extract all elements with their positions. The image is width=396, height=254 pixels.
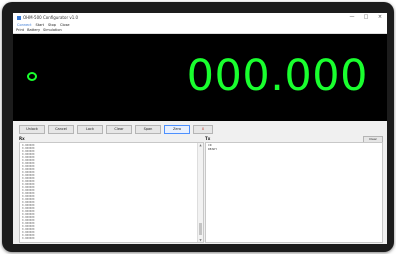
span-button[interactable]: Span	[135, 125, 161, 134]
tx-log[interactable]: CR READY	[205, 142, 383, 243]
lock-button[interactable]: Lock	[77, 125, 103, 134]
rx-line: 0.000000	[22, 237, 35, 240]
rx-list: 0.000000 0.000000 0.000000 0.000000 0.000000…	[20, 143, 203, 240]
toolbar-battery[interactable]: Battery	[27, 28, 40, 32]
rx-log[interactable]: 0.000000 0.000000 0.000000 0.000000 0.000000…	[19, 142, 204, 243]
zero-button[interactable]: Zero	[164, 125, 190, 134]
scroll-down-icon[interactable]: ▼	[198, 238, 203, 242]
toolbar-print[interactable]: Print	[16, 28, 24, 32]
close-button[interactable]: ×	[373, 13, 387, 22]
menu-start[interactable]: Start	[35, 23, 44, 27]
window-controls: — □ ×	[345, 13, 387, 22]
menu-connect[interactable]: Connect	[17, 23, 31, 27]
menu-stop[interactable]: Stop	[48, 23, 56, 27]
scroll-thumb[interactable]	[199, 223, 202, 235]
cancel-button[interactable]: Cancel	[48, 125, 74, 134]
tx-line: READY	[208, 146, 218, 151]
reading-value: 000.000	[186, 51, 368, 101]
toolbar: Print Battery Simulation	[13, 27, 387, 34]
toolbar-simulation[interactable]: Simulation	[43, 28, 62, 32]
status-indicator-icon	[27, 72, 37, 81]
extra-button[interactable]: X	[193, 125, 213, 134]
rx-scrollbar[interactable]: ▲ ▼	[197, 143, 203, 242]
app-icon	[17, 15, 21, 20]
tx-label: Tx	[205, 136, 211, 141]
title-bar: OHM-500 Configurator v1.0 — □ ×	[13, 13, 387, 22]
scroll-up-icon[interactable]: ▲	[198, 143, 203, 147]
rx-label: Rx	[19, 136, 25, 141]
command-bar: Unlock Cancel Lock Clear Span Zero X	[13, 125, 387, 134]
clear-button[interactable]: Clear	[106, 125, 132, 134]
reading-display: 000.000	[13, 34, 387, 121]
unlock-button[interactable]: Unlock	[19, 125, 45, 134]
window-title: OHM-500 Configurator v1.0	[23, 15, 79, 20]
tx-list: CR READY	[206, 143, 382, 151]
minimize-button[interactable]: —	[345, 13, 359, 22]
maximize-button[interactable]: □	[359, 13, 373, 22]
device-frame: OHM-500 Configurator v1.0 — □ × Connect …	[2, 2, 394, 252]
menu-close[interactable]: Close	[60, 23, 70, 27]
app-window: OHM-500 Configurator v1.0 — □ × Connect …	[13, 13, 387, 244]
